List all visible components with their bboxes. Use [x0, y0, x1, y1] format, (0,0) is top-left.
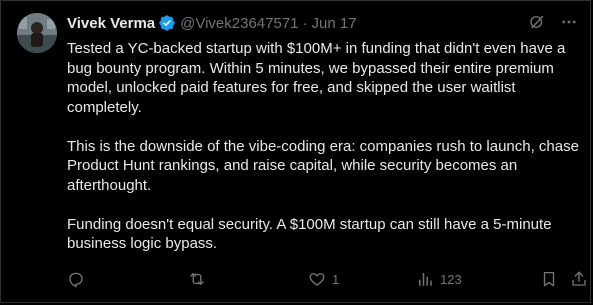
- tweet-paragraph: Tested a YC-backed startup with $100M+ i…: [67, 40, 566, 116]
- more-icon[interactable]: [560, 13, 578, 31]
- share-button[interactable]: [570, 269, 588, 289]
- view-count: 123: [440, 271, 462, 287]
- avatar-image: [17, 13, 57, 53]
- tweet-card[interactable]: Vivek Verma @Vivek23647571 · Jun 17 Test…: [0, 0, 591, 303]
- views-button[interactable]: 123: [416, 269, 462, 289]
- tweet-header: Vivek Verma @Vivek23647571 · Jun 17: [67, 12, 357, 34]
- reply-button[interactable]: [67, 269, 91, 289]
- tweet-actions: 1 123: [67, 269, 586, 289]
- share-icon: [570, 270, 588, 288]
- retweet-button[interactable]: [188, 269, 212, 289]
- tweet-paragraph: This is the downside of the vibe-coding …: [67, 137, 579, 194]
- heart-icon: [308, 270, 326, 288]
- analytics-icon: [416, 270, 434, 288]
- reply-icon: [67, 270, 85, 288]
- bookmark-icon: [540, 270, 558, 288]
- tweet-text: Tested a YC-backed startup with $100M+ i…: [67, 39, 587, 254]
- author-handle[interactable]: @Vivek23647571: [180, 15, 298, 32]
- avatar[interactable]: [17, 13, 57, 53]
- tweet-paragraph: Funding doesn't equal security. A $100M …: [67, 215, 552, 253]
- grok-icon[interactable]: [528, 13, 546, 31]
- like-count: 1: [332, 271, 340, 287]
- bookmark-button[interactable]: [540, 269, 558, 289]
- verified-badge-icon: [158, 14, 176, 32]
- retweet-icon: [188, 270, 206, 288]
- top-actions: [528, 13, 578, 31]
- author-name[interactable]: Vivek Verma: [67, 15, 155, 32]
- separator-dot: ·: [302, 14, 308, 32]
- tweet-date[interactable]: Jun 17: [312, 15, 357, 32]
- like-button[interactable]: 1: [308, 269, 339, 289]
